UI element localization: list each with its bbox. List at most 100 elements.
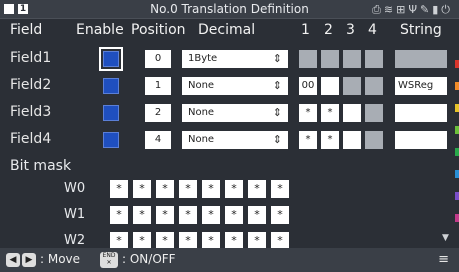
header-col-2: 2 — [324, 22, 333, 38]
bitmask-cell[interactable]: * — [271, 206, 289, 224]
bitmask-cell[interactable]: * — [179, 206, 197, 224]
network-icon: ⊞ — [396, 3, 409, 16]
bitmask-cell[interactable]: * — [156, 180, 174, 198]
decimal-value: None — [188, 107, 215, 118]
header-decimal: Decimal — [198, 22, 256, 38]
header-field: Field — [10, 22, 43, 38]
bitmask-cell[interactable]: * — [271, 180, 289, 198]
decimal-value: None — [188, 80, 215, 91]
wifi-icon: ≋ — [383, 3, 397, 16]
bitmask-cell[interactable]: * — [133, 206, 151, 224]
updown-chevron-icon: ⇕ — [272, 52, 282, 65]
string-input[interactable] — [395, 104, 447, 122]
bitmask-cell[interactable]: * — [225, 180, 243, 198]
bitmask-cell[interactable]: * — [202, 206, 220, 224]
position-input[interactable]: 1 — [145, 77, 171, 95]
header-enable: Enable — [76, 22, 124, 38]
color-tab[interactable] — [455, 126, 459, 134]
bitmask-cell[interactable]: * — [110, 180, 128, 198]
field-label: Field3 — [10, 104, 52, 120]
byte-cell[interactable] — [343, 77, 361, 95]
end-key-label: END — [102, 252, 116, 259]
header-col-3: 3 — [346, 22, 355, 38]
color-tab[interactable] — [455, 148, 459, 156]
string-input[interactable] — [395, 131, 447, 149]
header-col-4: 4 — [368, 22, 377, 38]
bitmask-cell[interactable]: * — [225, 206, 243, 224]
string-input[interactable] — [395, 50, 447, 68]
decimal-value: None — [188, 134, 215, 145]
color-tab[interactable] — [455, 60, 459, 68]
decimal-select[interactable]: None ⇕ — [182, 77, 288, 95]
bitmask-label: Bit mask — [10, 158, 72, 174]
byte-cell[interactable] — [343, 104, 361, 122]
decimal-select[interactable]: None ⇕ — [182, 131, 288, 149]
bitmask-row-label: W0 — [64, 181, 86, 196]
header-string: String — [400, 22, 442, 38]
left-arrow-button[interactable]: ◀ — [6, 253, 20, 267]
status-icons: ⎙≋⊞Ψ✎▮⏻ — [372, 3, 453, 17]
usb-icon: Ψ — [408, 3, 421, 16]
end-key-button[interactable]: END ✕ — [100, 252, 118, 268]
enable-checkbox[interactable] — [103, 105, 119, 121]
byte-cell[interactable] — [365, 77, 383, 95]
bitmask-cell[interactable]: * — [202, 180, 220, 198]
byte-cell[interactable]: * — [321, 104, 339, 122]
end-key-x-icon: ✕ — [106, 259, 112, 266]
color-tab[interactable] — [455, 192, 459, 200]
color-tab[interactable] — [455, 214, 459, 222]
byte-cell[interactable] — [321, 50, 339, 68]
scroll-down-arrow[interactable]: ▼ — [442, 233, 449, 243]
position-input[interactable]: 2 — [145, 104, 171, 122]
position-input[interactable]: 0 — [145, 50, 171, 68]
bitmask-row-label: W1 — [64, 207, 86, 222]
bitmask-cell[interactable]: * — [248, 180, 266, 198]
color-tab[interactable] — [455, 170, 459, 178]
power-icon: ⏻ — [441, 3, 453, 16]
sd-card-icon: ▮ — [432, 3, 442, 16]
enable-checkbox[interactable] — [99, 47, 123, 71]
header-col-1: 1 — [301, 22, 310, 38]
decimal-value: 1Byte — [188, 53, 218, 64]
enable-checkbox[interactable] — [103, 78, 119, 94]
byte-cell[interactable] — [365, 104, 383, 122]
byte-cell[interactable] — [321, 77, 339, 95]
byte-cell[interactable] — [343, 50, 361, 68]
enable-checkbox[interactable] — [103, 132, 119, 148]
onoff-hint: : ON/OFF — [122, 252, 176, 266]
byte-cell[interactable]: 00 — [299, 77, 317, 95]
bitmask-row-label: W2 — [64, 233, 86, 248]
byte-cell[interactable] — [299, 50, 317, 68]
decimal-select[interactable]: None ⇕ — [182, 104, 288, 122]
move-hint: : Move — [40, 252, 81, 266]
byte-cell[interactable]: * — [299, 104, 317, 122]
string-input[interactable]: WSReg — [395, 77, 447, 95]
printer-icon: ⎙ — [372, 3, 384, 16]
byte-cell[interactable]: * — [299, 131, 317, 149]
decimal-select[interactable]: 1Byte ⇕ — [182, 50, 288, 68]
bitmask-cell[interactable]: * — [179, 180, 197, 198]
position-input[interactable]: 4 — [145, 131, 171, 149]
field-label: Field1 — [10, 50, 52, 66]
title-bar: 1 No.0 Translation Definition ⎙≋⊞Ψ✎▮⏻ — [0, 0, 459, 19]
byte-cell[interactable] — [365, 131, 383, 149]
right-arrow-button[interactable]: ▶ — [22, 253, 36, 267]
bitmask-cell[interactable]: * — [248, 206, 266, 224]
byte-cell[interactable] — [343, 131, 361, 149]
color-tab[interactable] — [455, 104, 459, 112]
byte-cell[interactable] — [365, 50, 383, 68]
bitmask-cell[interactable]: * — [110, 206, 128, 224]
updown-chevron-icon: ⇕ — [272, 106, 282, 119]
bitmask-cell[interactable]: * — [156, 206, 174, 224]
bitmask-cell[interactable]: * — [133, 180, 151, 198]
tool-icon: ✎ — [420, 3, 433, 16]
menu-icon[interactable]: ≡ — [438, 252, 449, 267]
updown-chevron-icon: ⇕ — [272, 79, 282, 92]
byte-cell[interactable]: * — [321, 131, 339, 149]
field-label: Field2 — [10, 77, 52, 93]
footer-bar: ◀ ▶ : Move END ✕ : ON/OFF ≡ — [0, 248, 459, 272]
color-tab[interactable] — [455, 82, 459, 90]
header-position: Position — [131, 22, 186, 38]
field-label: Field4 — [10, 131, 52, 147]
updown-chevron-icon: ⇕ — [272, 133, 282, 146]
